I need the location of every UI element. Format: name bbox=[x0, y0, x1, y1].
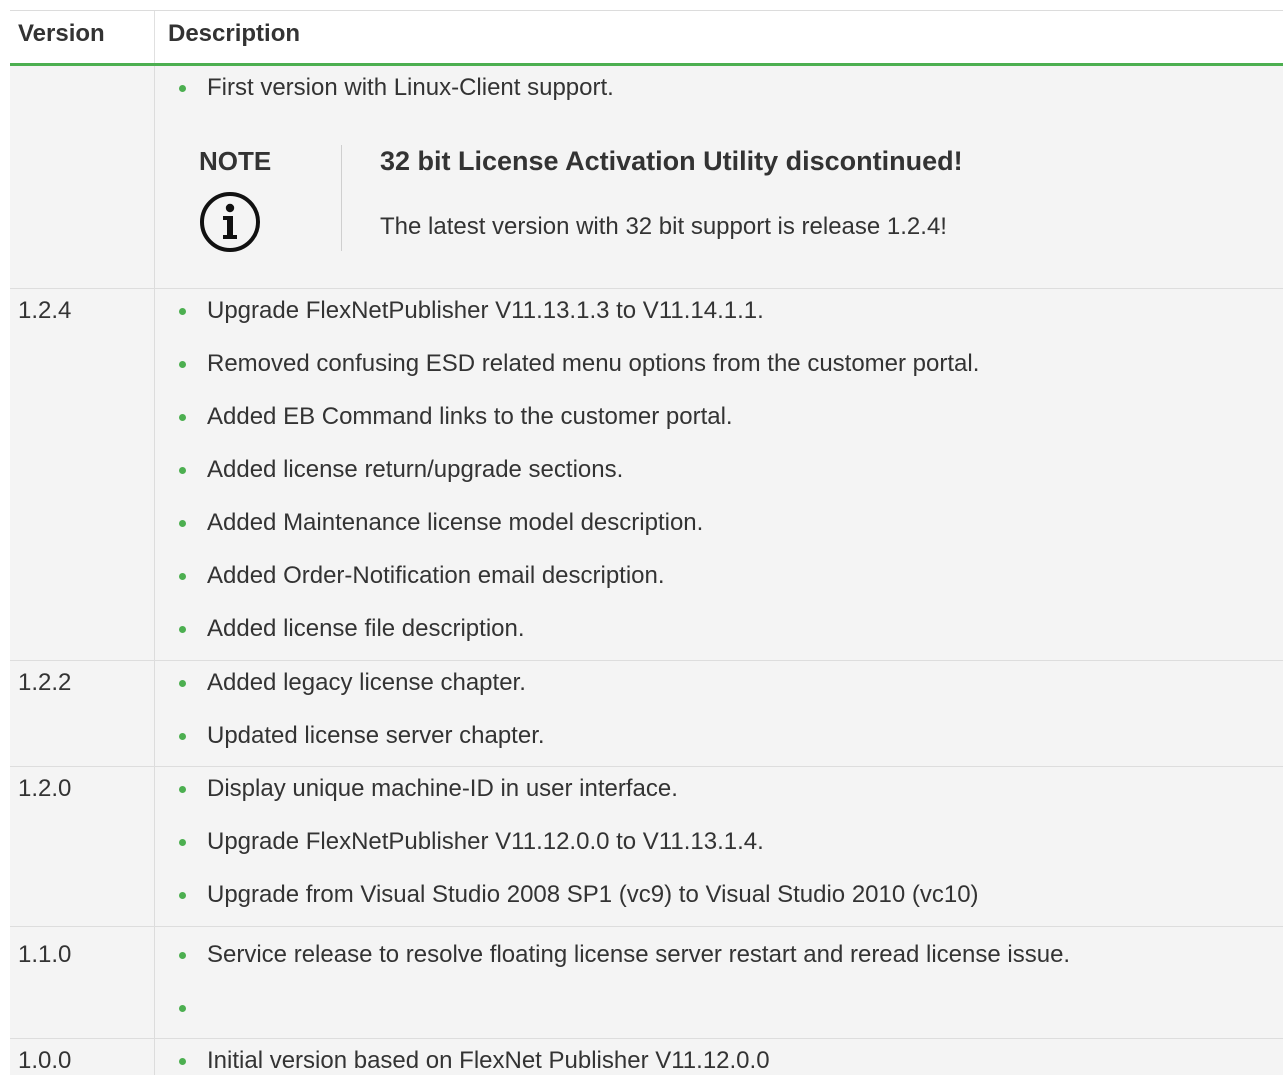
list-item: Added EB Command links to the customer p… bbox=[172, 395, 1283, 448]
bullet-icon bbox=[179, 626, 186, 633]
note-title: 32 bit License Activation Utility discon… bbox=[380, 146, 963, 176]
bullet-list: Display unique machine-ID in user interf… bbox=[172, 767, 1283, 926]
table-row: 1.0.0 Initial version based on FlexNet P… bbox=[10, 1039, 1283, 1075]
version-cell: 1.0.0 bbox=[10, 1039, 155, 1075]
bullet-list: Added legacy license chapter. Updated li… bbox=[172, 661, 1283, 767]
table-row: 1.1.0 Service release to resolve floatin… bbox=[10, 927, 1283, 1039]
list-item: Removed confusing ESD related menu optio… bbox=[172, 342, 1283, 395]
note-box: NOTE 32 bit License Activation Utility d… bbox=[172, 145, 1283, 263]
list-item: Initial version based on FlexNet Publish… bbox=[172, 1039, 1283, 1075]
list-item-text: First version with Linux-Client support. bbox=[207, 74, 614, 101]
version-cell: 1.2.0 bbox=[10, 767, 155, 926]
version-cell: 1.1.0 bbox=[10, 927, 155, 1038]
bullet-icon bbox=[179, 1058, 186, 1065]
note-label-panel: NOTE bbox=[172, 145, 342, 252]
release-notes-table: Version Description First version with L… bbox=[10, 10, 1283, 1075]
note-label: NOTE bbox=[199, 146, 272, 176]
list-item: Added legacy license chapter. bbox=[172, 661, 1283, 714]
list-item-text: Service release to resolve floating lice… bbox=[207, 941, 1071, 968]
bullet-list: Initial version based on FlexNet Publish… bbox=[172, 1039, 1283, 1075]
list-item: Upgrade FlexNetPublisher V11.12.0.0 to V… bbox=[172, 820, 1283, 873]
list-item-text: Display unique machine-ID in user interf… bbox=[207, 775, 678, 802]
list-item-text: Upgrade FlexNetPublisher V11.12.0.0 to V… bbox=[207, 828, 764, 855]
list-item: Upgrade FlexNetPublisher V11.13.1.3 to V… bbox=[172, 289, 1283, 342]
list-item: Service release to resolve floating lice… bbox=[172, 933, 1283, 986]
bullet-list: Upgrade FlexNetPublisher V11.13.1.3 to V… bbox=[172, 289, 1283, 660]
description-cell: First version with Linux-Client support.… bbox=[155, 66, 1283, 288]
list-item-text: Added license file description. bbox=[207, 615, 525, 642]
table-row: 1.2.0 Display unique machine-ID in user … bbox=[10, 767, 1283, 927]
list-item-text: Upgrade from Visual Studio 2008 SP1 (vc9… bbox=[207, 881, 979, 908]
list-item-text: Added Maintenance license model descript… bbox=[207, 509, 704, 536]
table-row: First version with Linux-Client support.… bbox=[10, 66, 1283, 289]
list-item bbox=[172, 986, 1283, 1039]
list-item: Display unique machine-ID in user interf… bbox=[172, 767, 1283, 820]
note-text: The latest version with 32 bit support i… bbox=[380, 213, 947, 240]
list-item-text: Upgrade FlexNetPublisher V11.13.1.3 to V… bbox=[207, 297, 764, 324]
version-cell bbox=[10, 66, 155, 288]
description-cell: Upgrade FlexNetPublisher V11.13.1.3 to V… bbox=[155, 289, 1283, 660]
list-item-text: Added legacy license chapter. bbox=[207, 669, 526, 696]
list-item: Added Maintenance license model descript… bbox=[172, 501, 1283, 554]
list-item: Added Order-Notification email descripti… bbox=[172, 554, 1283, 607]
bullet-icon bbox=[179, 733, 186, 740]
list-item-text: Added Order-Notification email descripti… bbox=[207, 562, 665, 589]
bullet-icon bbox=[179, 308, 186, 315]
list-item-text: Initial version based on FlexNet Publish… bbox=[207, 1047, 770, 1074]
bullet-icon bbox=[179, 573, 186, 580]
table-row: 1.2.4 Upgrade FlexNetPublisher V11.13.1.… bbox=[10, 289, 1283, 661]
bullet-icon bbox=[179, 839, 186, 846]
info-circle-icon bbox=[200, 192, 260, 252]
bullet-icon bbox=[179, 467, 186, 474]
header-description: Description bbox=[168, 20, 301, 47]
version-cell: 1.2.2 bbox=[10, 661, 155, 766]
note-content: 32 bit License Activation Utility discon… bbox=[342, 145, 963, 263]
list-item-text: Updated license server chapter. bbox=[207, 722, 545, 749]
description-cell: Service release to resolve floating lice… bbox=[155, 927, 1283, 1038]
bullet-list: Service release to resolve floating lice… bbox=[172, 927, 1283, 1039]
bullet-icon bbox=[179, 414, 186, 421]
bullet-icon bbox=[179, 361, 186, 368]
table-header: Version Description bbox=[10, 10, 1283, 66]
list-item-text: Added license return/upgrade sections. bbox=[207, 456, 624, 483]
bullet-list: First version with Linux-Client support. bbox=[172, 66, 1283, 119]
bullet-icon bbox=[179, 952, 186, 959]
description-cell: Added legacy license chapter. Updated li… bbox=[155, 661, 1283, 766]
description-cell: Display unique machine-ID in user interf… bbox=[155, 767, 1283, 926]
bullet-icon bbox=[179, 1005, 186, 1012]
bullet-icon bbox=[179, 520, 186, 527]
bullet-icon bbox=[179, 85, 186, 92]
table-row: 1.2.2 Added legacy license chapter. Upda… bbox=[10, 661, 1283, 767]
bullet-icon bbox=[179, 786, 186, 793]
list-item: Updated license server chapter. bbox=[172, 714, 1283, 767]
list-item-text: Added EB Command links to the customer p… bbox=[207, 403, 733, 430]
header-version: Version bbox=[10, 11, 155, 63]
bullet-icon bbox=[179, 680, 186, 687]
list-item: Added license return/upgrade sections. bbox=[172, 448, 1283, 501]
list-item: Added license file description. bbox=[172, 607, 1283, 660]
list-item: Upgrade from Visual Studio 2008 SP1 (vc9… bbox=[172, 873, 1283, 926]
list-item: First version with Linux-Client support. bbox=[172, 66, 1283, 119]
list-item-text: Removed confusing ESD related menu optio… bbox=[207, 350, 980, 377]
version-cell: 1.2.4 bbox=[10, 289, 155, 660]
description-cell: Initial version based on FlexNet Publish… bbox=[155, 1039, 1283, 1075]
bullet-icon bbox=[179, 892, 186, 899]
